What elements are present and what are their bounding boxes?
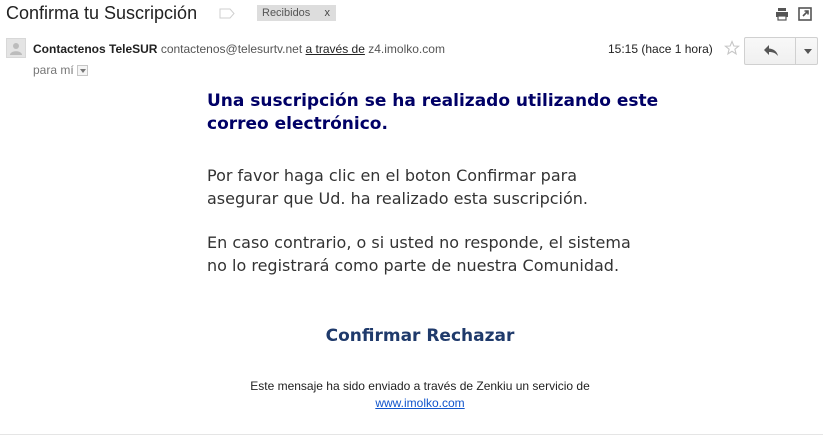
email-view: Confirma tu Suscripción Recibidos x Cont…	[0, 0, 823, 440]
divider	[0, 434, 823, 435]
more-options-button[interactable]	[797, 38, 817, 64]
sender-name[interactable]: Contactenos TeleSUR	[33, 42, 157, 56]
footer-link[interactable]: www.imolko.com	[375, 396, 464, 410]
remove-label-button[interactable]: x	[325, 5, 331, 21]
avatar-icon	[6, 38, 26, 58]
message-time: 15:15 (hace 1 hora)	[608, 42, 713, 56]
body-paragraph-confirm: Por favor haga clic en el boton Confirma…	[207, 166, 589, 208]
reject-link[interactable]: Rechazar	[426, 326, 514, 346]
new-window-icon[interactable]	[798, 7, 812, 21]
sender-line: Contactenos TeleSUR contactenos@telesurt…	[33, 42, 445, 56]
recipient-line: para mí	[33, 63, 88, 77]
body-heading: Una suscripción se ha realizado utilizan…	[207, 91, 659, 134]
via-link[interactable]: a través de	[306, 42, 365, 56]
footer-text: Este mensaje ha sido enviado a través de…	[250, 379, 590, 393]
email-footer: Este mensaje ha sido enviado a través de…	[0, 378, 823, 412]
sender-email: contactenos@telesurtv.net	[160, 42, 303, 56]
subject-bar: Confirma tu Suscripción Recibidos x	[0, 0, 823, 28]
reply-button-group	[744, 37, 818, 65]
star-icon[interactable]	[724, 40, 740, 56]
importance-marker-icon[interactable]	[219, 8, 235, 19]
print-icon[interactable]	[775, 7, 789, 21]
subscription-actions: Confirmar Rechazar	[0, 326, 823, 346]
label-chip-inbox[interactable]: Recibidos x	[257, 5, 336, 21]
recipient-text: para mí	[33, 63, 74, 77]
confirm-link[interactable]: Confirmar	[326, 326, 421, 346]
email-subject: Confirma tu Suscripción	[6, 3, 198, 23]
body-paragraph-otherwise: En caso contrario, o si usted no respond…	[207, 233, 631, 275]
reply-icon	[764, 45, 778, 56]
details-dropdown-icon[interactable]	[76, 65, 88, 76]
via-domain: z4.imolko.com	[368, 42, 445, 56]
reply-button[interactable]	[745, 38, 796, 64]
label-chip-text: Recibidos	[262, 7, 311, 19]
